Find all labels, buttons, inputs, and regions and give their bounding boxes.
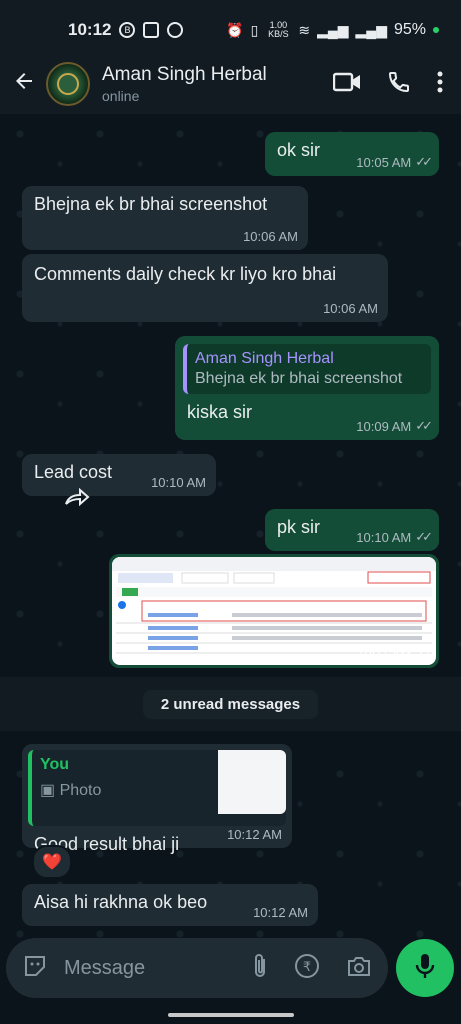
privacy-dot — [433, 27, 439, 33]
message-time: 10:10 AM — [151, 475, 206, 490]
message-meta: 10:06 AM — [323, 301, 378, 316]
message-meta: 10:05 AM ✓✓ — [356, 154, 433, 170]
more-vert-icon[interactable] — [437, 71, 443, 98]
arrow-left-icon[interactable] — [12, 69, 38, 100]
svg-text:₹: ₹ — [303, 960, 311, 975]
message-time: 10:12 AM — [227, 827, 282, 842]
composer-actions: ₹ — [252, 953, 372, 984]
message-incoming[interactable]: Aisa hi rakhna ok beo 10:12 AM — [22, 884, 318, 926]
mic-icon — [415, 952, 435, 985]
read-ticks-icon: ✓✓ — [415, 646, 433, 661]
message-meta: 10:10 AM — [151, 475, 206, 490]
message-incoming[interactable]: Comments daily check kr liyo kro bhai 10… — [22, 254, 388, 322]
contact-info[interactable]: Aman Singh Herbal online — [102, 64, 267, 104]
message-text: ok sir — [277, 140, 321, 160]
phone-icon[interactable] — [387, 70, 411, 99]
avatar[interactable] — [46, 62, 90, 106]
message-text: Comments daily check kr liyo kro bhai — [34, 264, 337, 284]
message-time: 10:05 AM — [356, 154, 412, 170]
quoted-thumbnail — [218, 750, 286, 814]
message-incoming[interactable]: Lead cost 10:10 AM — [22, 454, 216, 496]
chat-header: Aman Singh Herbal online — [0, 54, 461, 114]
read-ticks-icon: ✓✓ — [415, 154, 433, 169]
quoted-text: Photo — [59, 782, 102, 799]
photo-icon: ▣ — [40, 782, 56, 799]
battery-level: 95% — [393, 21, 426, 38]
quoted-message[interactable]: You ▣ Photo — [28, 750, 286, 826]
network-speed: 1.00 KB/S — [268, 20, 289, 39]
notification-app-icon — [167, 22, 184, 38]
header-actions — [332, 70, 443, 99]
message-outgoing[interactable]: pk sir 10:10 AM ✓✓ — [265, 509, 439, 551]
message-text: pk sir — [277, 517, 321, 537]
message-meta: 10:06 AM — [243, 229, 298, 244]
video-call-icon[interactable] — [332, 71, 361, 98]
read-ticks-icon: ✓✓ — [415, 529, 433, 544]
read-ticks-icon: ✓✓ — [415, 418, 433, 433]
message-text: Aisa hi rakhna ok beo — [34, 892, 208, 912]
message-time: 10:11 AM — [357, 646, 412, 662]
forward-icon[interactable] — [62, 482, 92, 512]
message-meta: 10:11 AM ✓✓ — [357, 646, 433, 662]
message-meta: 10:12 AM — [227, 827, 282, 842]
paperclip-icon[interactable] — [252, 953, 268, 984]
message-text: kiska sir — [187, 402, 253, 422]
message-outgoing-reply[interactable]: Aman Singh Herbal Bhejna ek br bhai scre… — [175, 336, 439, 440]
avatar-logo-icon — [57, 73, 79, 95]
status-left: 10:12 B — [68, 20, 184, 40]
vibrate-icon: ▯ — [250, 21, 259, 38]
quoted-sender: Aman Singh Herbal — [195, 350, 334, 367]
message-time: 10:12 AM — [253, 905, 308, 920]
message-outgoing-image[interactable]: 10:11 AM ✓✓ — [109, 554, 439, 668]
camera-icon[interactable] — [346, 954, 372, 983]
sticker-icon[interactable] — [22, 953, 48, 984]
contact-status: online — [102, 88, 140, 104]
message-incoming[interactable]: Bhejna ek br bhai screenshot 10:06 AM — [22, 186, 308, 250]
gesture-nav-bar[interactable] — [168, 1013, 294, 1017]
message-meta: 10:09 AM ✓✓ — [356, 418, 433, 434]
status-right: ⏰ ▯ 1.00 KB/S ≋ ▂▄▆ ▂▄▆ 95% — [226, 21, 439, 39]
message-incoming-reply[interactable]: You ▣ Photo Good result bhai ji 10:12 AM — [22, 744, 292, 854]
quoted-message[interactable]: Aman Singh Herbal Bhejna ek br bhai scre… — [183, 344, 431, 394]
message-outgoing[interactable]: ok sir 10:05 AM ✓✓ — [265, 132, 439, 176]
unread-label: 2 unread messages — [142, 689, 319, 719]
chat-area[interactable]: ok sir 10:05 AM ✓✓ Bhejna ek br bhai scre… — [0, 114, 461, 940]
message-input[interactable] — [62, 955, 236, 981]
message-time: 10:06 AM — [323, 301, 378, 316]
message-composer: ₹ — [6, 938, 388, 998]
message-meta: 10:12 AM — [253, 905, 308, 920]
status-bar: 10:12 B ⏰ ▯ 1.00 KB/S ≋ ▂▄▆ ▂▄▆ 95% — [0, 0, 461, 60]
rupee-icon[interactable]: ₹ — [294, 953, 320, 984]
heart-icon: ❤️ — [42, 854, 62, 871]
signal-icon: ▂▄▆ — [317, 21, 349, 38]
mic-button[interactable] — [396, 939, 454, 997]
message-text: Bhejna ek br bhai screenshot — [34, 194, 268, 214]
notification-note-icon — [143, 22, 160, 38]
message-meta: 10:10 AM ✓✓ — [356, 529, 433, 545]
message-text: Lead cost — [34, 462, 113, 482]
status-time: 10:12 — [68, 20, 112, 39]
notification-b-icon: B — [119, 22, 136, 38]
quoted-text: Bhejna ek br bhai screenshot — [195, 370, 403, 387]
unread-divider: 2 unread messages — [0, 677, 461, 731]
message-time: 10:09 AM — [356, 418, 412, 434]
message-time: 10:06 AM — [243, 229, 298, 244]
alarm-icon: ⏰ — [226, 21, 244, 38]
reaction-badge[interactable]: ❤️ — [32, 845, 72, 879]
contact-name: Aman Singh Herbal — [102, 64, 267, 85]
message-time: 10:10 AM — [356, 529, 412, 545]
signal-2-icon: ▂▄▆ — [355, 21, 387, 38]
wifi-icon: ≋ — [298, 21, 311, 38]
